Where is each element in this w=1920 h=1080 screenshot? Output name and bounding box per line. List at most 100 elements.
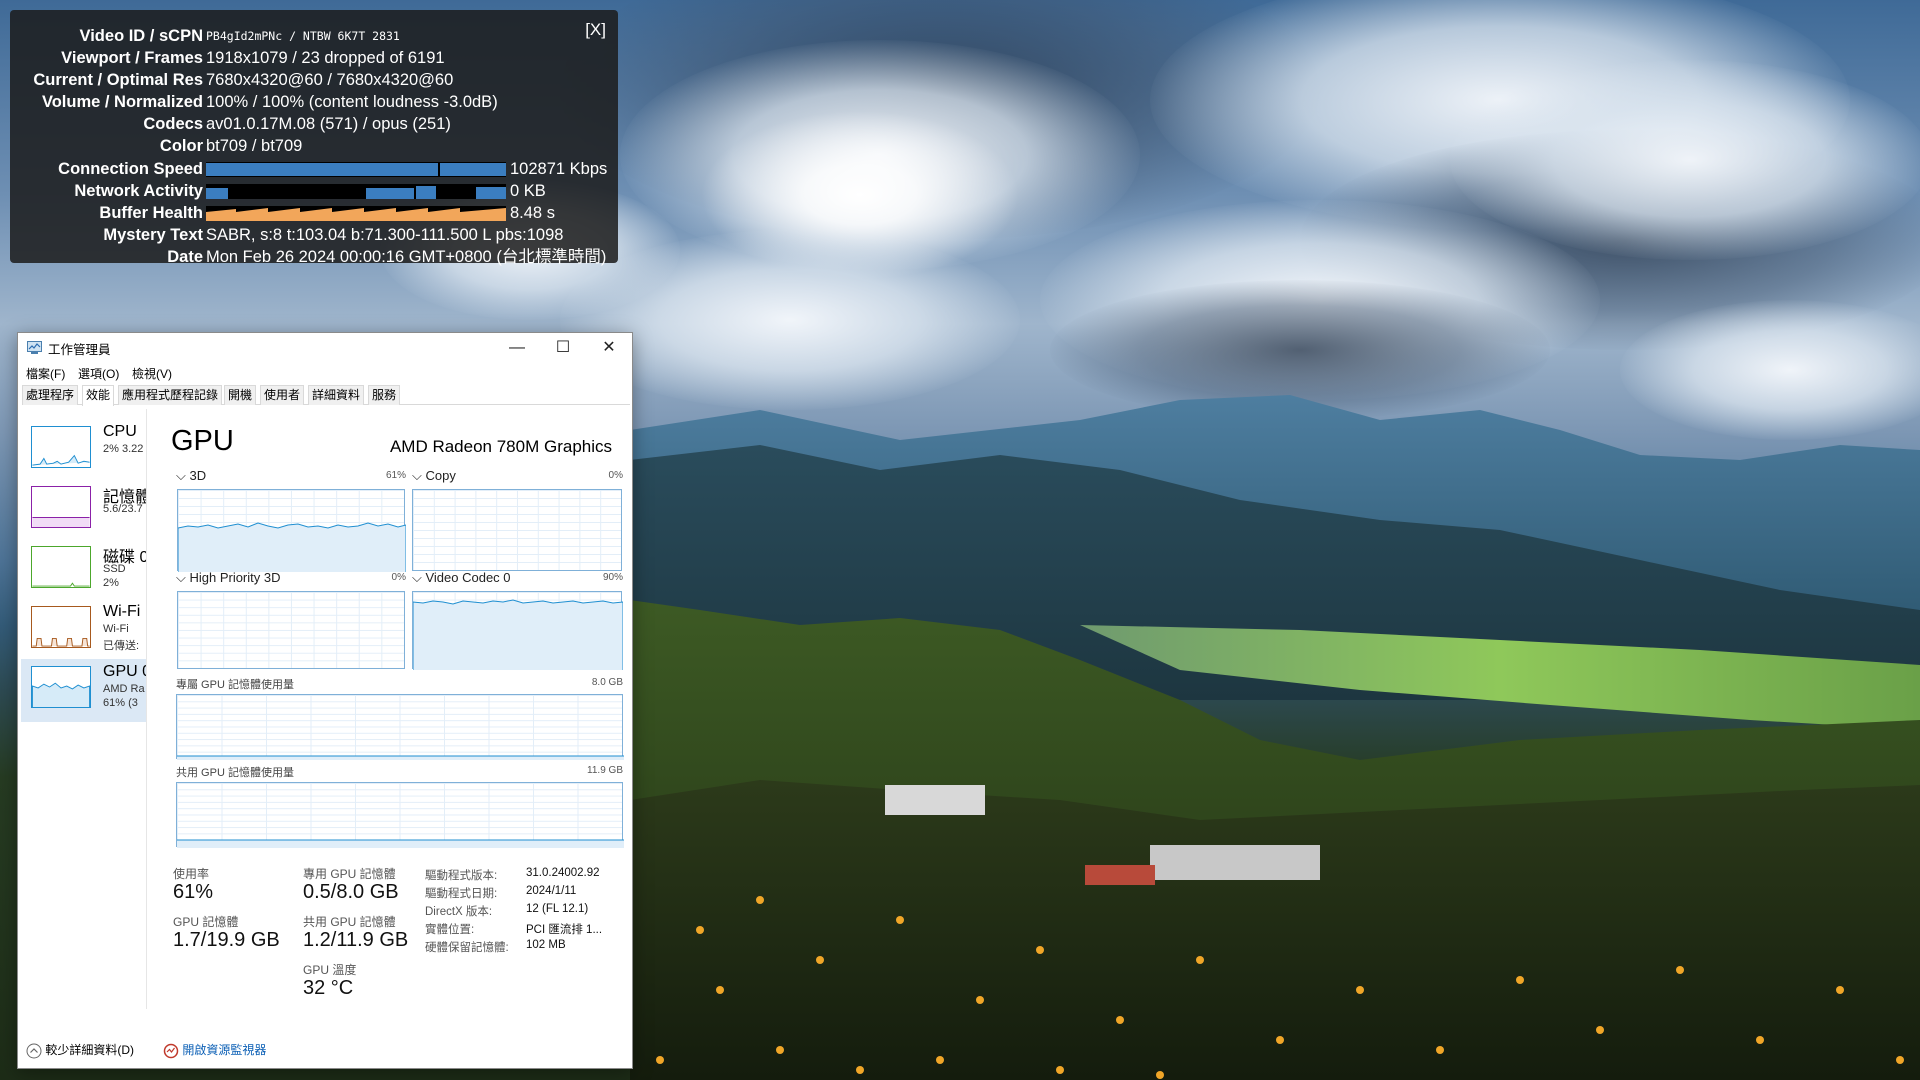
physical-location-value: PCI 匯流排 1... <box>526 924 603 936</box>
dedicated-memory-graph[interactable] <box>176 694 624 760</box>
stats-label: Volume / Normalized <box>41 93 203 111</box>
sidebar-item-memory[interactable]: 記憶體 5.6/23.7 <box>21 479 146 542</box>
disk-thumbnail-graph <box>31 546 91 588</box>
tab-details[interactable]: 詳細資料 <box>308 385 365 405</box>
tab-app-history[interactable]: 應用程式歷程記錄 <box>118 385 223 405</box>
cpu-thumbnail-graph <box>31 426 91 468</box>
engine-name: High Priority 3D <box>189 570 281 585</box>
sidebar-item-label: CPU <box>103 423 137 440</box>
connection-speed-graph <box>206 162 506 177</box>
stats-label: Viewport / Frames <box>61 49 203 67</box>
task-manager-icon <box>27 341 42 354</box>
stats-value: 8.48 s <box>510 204 555 222</box>
gpu-temperature-value: 32 °C <box>303 977 354 999</box>
engine-graph-3d[interactable] <box>177 489 406 572</box>
engine-label-video-codec[interactable]: ⌵ Video Codec 0 <box>412 570 511 586</box>
menu-options[interactable]: 選項(O) <box>78 365 119 382</box>
stats-row-volume: Volume / Normalized 100% / 100% (content… <box>10 91 618 113</box>
dedicated-memory-graph-label: 專屬 GPU 記憶體使用量 <box>176 679 294 691</box>
sidebar-item-sub: 5.6/23.7 <box>103 503 143 515</box>
engine-graph-line <box>178 522 406 572</box>
engine-percent: 0% <box>391 572 406 583</box>
utilization-label: 使用率 <box>173 867 210 881</box>
stats-row-color: Color bt709 / bt709 <box>10 135 618 157</box>
tab-startup[interactable]: 開機 <box>224 385 257 405</box>
page-title: GPU <box>171 425 234 457</box>
sidebar-item-sub: SSD <box>103 563 126 575</box>
close-button[interactable]: ✕ <box>586 333 632 362</box>
menu-view[interactable]: 檢視(V) <box>132 365 172 382</box>
dedicated-memory-max: 8.0 GB <box>591 677 623 688</box>
buffer-health-graph <box>206 206 506 221</box>
stats-row-network-activity: Network Activity 0 KB <box>10 180 618 202</box>
shared-memory-graph[interactable] <box>176 782 624 848</box>
open-resource-monitor-label: 開啟資源監視器 <box>182 1043 267 1057</box>
sidebar-item-label: GPU 0 <box>103 663 146 680</box>
chevron-up-circle-icon <box>26 1043 42 1059</box>
stats-value: PB4gId2mPNc / NTBW 6K7T 2831 <box>206 29 400 43</box>
tab-services[interactable]: 服務 <box>368 385 401 405</box>
engine-label-3d[interactable]: ⌵ 3D <box>176 468 206 484</box>
tab-performance[interactable]: 效能 <box>82 385 115 406</box>
stats-for-nerds-panel: [X] Video ID / sCPN PB4gId2mPNc / NTBW 6… <box>10 10 618 266</box>
engine-label-high-priority-3d[interactable]: ⌵ High Priority 3D <box>176 570 281 586</box>
stats-label: Codecs <box>143 115 203 133</box>
stats-label: Current / Optimal Res <box>33 71 203 89</box>
sidebar-item-disk[interactable]: 磁碟 0 SSD 2% <box>21 539 146 602</box>
utilization-value: 61% <box>173 881 214 903</box>
task-manager-window: 工作管理員 — ☐ ✕ 檔案(F) 選項(O) 檢視(V) 處理程序 效能 應用… <box>17 332 633 1069</box>
tab-users[interactable]: 使用者 <box>260 385 305 405</box>
gpu-memory-value: 1.7/19.9 GB <box>173 929 280 951</box>
engine-percent: 0% <box>608 470 623 481</box>
stats-value: 7680x4320@60 / 7680x4320@60 <box>206 71 454 89</box>
stats-row-buffer-health: Buffer Health 8.48 s <box>10 202 618 224</box>
menu-file[interactable]: 檔案(F) <box>26 365 65 382</box>
dedicated-memory-label: 專用 GPU 記憶體 <box>303 867 396 881</box>
shared-memory-value: 1.2/11.9 GB <box>303 929 409 951</box>
driver-date-value: 2024/1/11 <box>526 885 577 897</box>
maximize-button[interactable]: ☐ <box>540 333 586 362</box>
network-activity-graph <box>206 184 506 199</box>
gpu-model-name: AMD Radeon 780M Graphics <box>389 437 612 456</box>
gpu-thumbnail-graph <box>31 666 91 708</box>
engine-label-copy[interactable]: ⌵ Copy <box>412 468 456 484</box>
sidebar-item-sub: 61% (3 <box>103 697 138 709</box>
physical-location-label: 實體位置: <box>425 924 475 936</box>
stats-value: bt709 / bt709 <box>206 137 303 155</box>
window-title: 工作管理員 <box>48 343 111 357</box>
shared-memory-graph-label: 共用 GPU 記憶體使用量 <box>176 767 294 779</box>
sidebar-item-cpu[interactable]: CPU 2% 3.22 <box>21 419 146 482</box>
stats-value: Mon Feb 26 2024 00:00:16 GMT+0800 (台北標準時… <box>206 248 607 266</box>
stats-value: 100% / 100% (content loudness -3.0dB) <box>206 93 498 111</box>
tab-bar: 處理程序 效能 應用程式歷程記錄 開機 使用者 詳細資料 服務 <box>22 385 630 406</box>
stats-value: av01.0.17M.08 (571) / opus (251) <box>206 115 451 133</box>
engine-graph-copy[interactable] <box>412 489 622 571</box>
sidebar-item-sub: 已傳送: <box>103 640 140 652</box>
shared-memory-max: 11.9 GB <box>587 765 623 776</box>
sidebar-item-wifi[interactable]: Wi-Fi Wi-Fi 已傳送: <box>21 599 146 662</box>
gpu-memory-label: GPU 記憶體 <box>173 915 239 929</box>
sidebar-item-gpu[interactable]: GPU 0 AMD Ra 61% (3 <box>21 659 146 722</box>
stats-row-date: Date Mon Feb 26 2024 00:00:16 GMT+0800 (… <box>10 246 618 268</box>
dedicated-memory-value: 0.5/8.0 GB <box>303 881 399 903</box>
stats-label: Mystery Text <box>103 226 203 244</box>
stats-label: Video ID / sCPN <box>79 27 203 45</box>
sidebar-item-label: Wi-Fi <box>103 603 141 620</box>
engine-name: 3D <box>189 468 207 483</box>
stats-label: Buffer Health <box>99 204 203 222</box>
stats-value: 0 KB <box>510 182 546 200</box>
stats-label: Color <box>159 137 203 155</box>
footer-bar: 較少詳細資料(D) 開啟資源監視器 <box>18 1028 632 1068</box>
title-bar[interactable]: 工作管理員 — ☐ ✕ <box>18 333 632 362</box>
engine-graph-video-codec[interactable] <box>412 591 623 670</box>
open-resource-monitor-link[interactable]: 開啟資源監視器 <box>163 1041 266 1059</box>
stats-label: Date <box>167 248 203 266</box>
directx-version-value: 12 (FL 12.1) <box>526 903 589 915</box>
tab-processes[interactable]: 處理程序 <box>22 385 79 405</box>
fewer-details-button[interactable]: 較少詳細資料(D) <box>26 1041 134 1059</box>
sidebar-item-sub: Wi-Fi <box>103 623 129 635</box>
driver-date-label: 驅動程式日期: <box>425 888 498 900</box>
stats-value: 1918x1079 / 23 dropped of 6191 <box>206 49 445 67</box>
engine-graph-high-priority-3d[interactable] <box>177 591 405 669</box>
minimize-button[interactable]: — <box>494 333 540 362</box>
